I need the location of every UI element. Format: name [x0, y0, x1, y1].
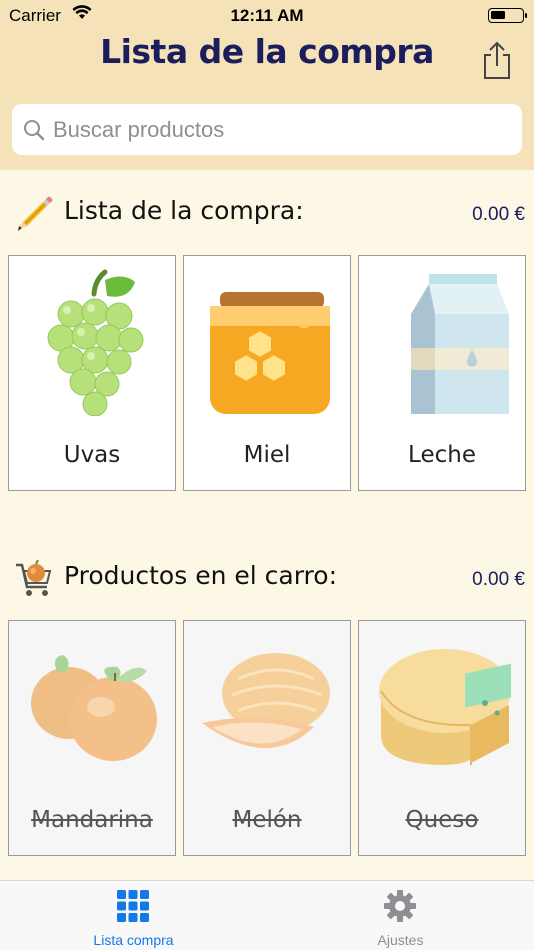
share-icon[interactable] — [480, 40, 514, 80]
pencil-icon — [18, 196, 53, 231]
tab-lista-compra[interactable]: Lista compra — [0, 881, 267, 950]
cart-title: Productos en el carro: — [64, 561, 337, 590]
shopping-list-title: Lista de la compra: — [64, 196, 304, 225]
status-bar: Carrier 12:11 AM — [0, 0, 534, 30]
product-label: Leche — [408, 442, 476, 468]
melon-icon — [202, 653, 330, 749]
product-card-queso[interactable]: Queso — [358, 620, 526, 856]
product-label: Mandarina — [31, 807, 153, 833]
product-label: Miel — [243, 442, 291, 468]
mandarin-icon — [31, 655, 157, 761]
shopping-cart-icon — [16, 559, 52, 596]
status-time: 12:11 AM — [230, 6, 304, 25]
tab-bar: Lista compra Ajustes — [0, 880, 534, 950]
tab-ajustes[interactable]: Ajustes — [267, 881, 534, 950]
cart-total: 0.00 € — [472, 569, 525, 590]
shopping-list-header: Lista de la compra: 0.00 € — [0, 190, 534, 240]
honey-jar-icon — [210, 292, 330, 414]
product-card-mandarina[interactable]: Mandarina — [8, 620, 176, 856]
page-title: Lista de la compra — [100, 32, 434, 71]
search-bar[interactable] — [12, 104, 522, 155]
grapes-icon — [47, 269, 144, 416]
product-card-miel[interactable]: Miel — [183, 255, 351, 491]
search-input[interactable] — [53, 104, 513, 155]
product-label: Queso — [405, 807, 479, 833]
product-card-melon[interactable]: Melón — [183, 620, 351, 856]
product-label: Uvas — [63, 442, 121, 468]
cheese-icon — [379, 649, 511, 765]
cart-header: Productos en el carro: 0.00 € — [0, 555, 534, 605]
product-card-uvas[interactable]: Uvas — [8, 255, 176, 491]
search-icon — [24, 120, 45, 141]
grid-icon — [117, 890, 149, 922]
shopping-list-total: 0.00 € — [472, 204, 525, 225]
battery-icon — [488, 8, 527, 23]
gear-icon — [384, 890, 416, 922]
milk-carton-icon — [411, 274, 509, 414]
product-card-leche[interactable]: Leche — [358, 255, 526, 491]
header: Carrier 12:11 AM Lista de la compra — [0, 0, 534, 170]
tab-label: Ajustes — [377, 932, 424, 948]
product-label: Melón — [232, 807, 302, 833]
tab-label: Lista compra — [93, 932, 174, 948]
